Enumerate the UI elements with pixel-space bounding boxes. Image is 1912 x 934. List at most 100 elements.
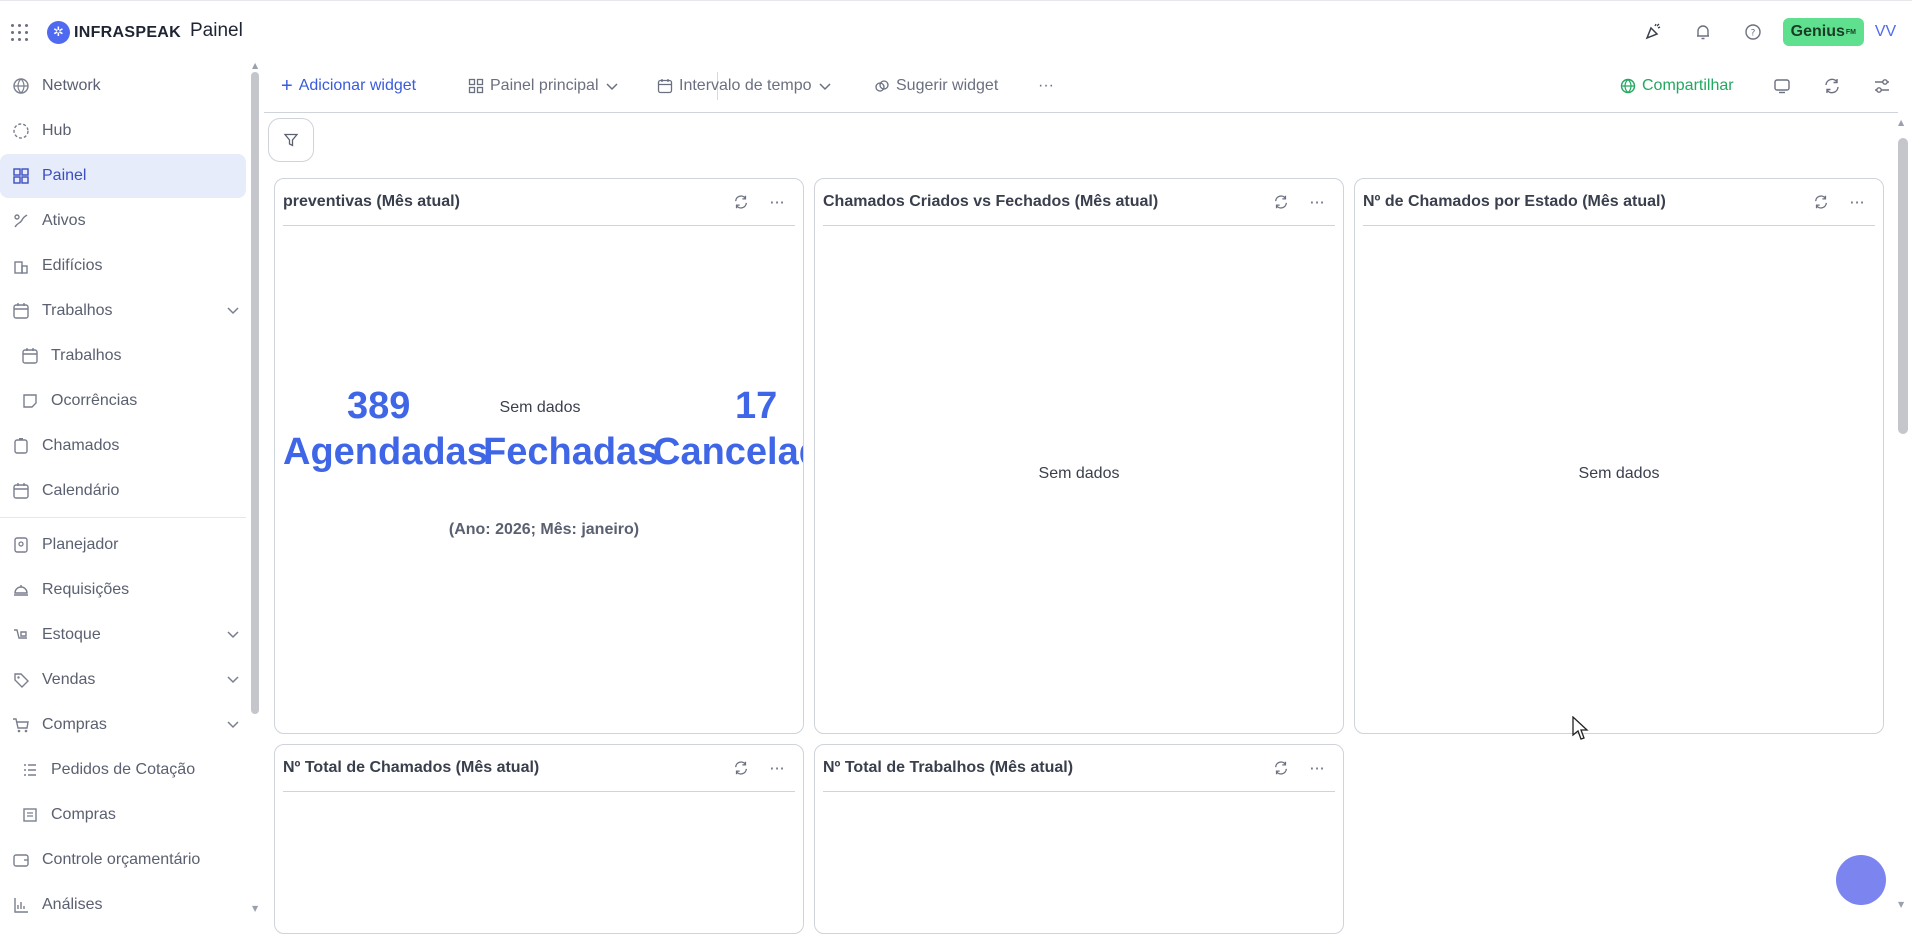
sidebar-item-pedidos-de-cotação[interactable]: Pedidos de Cotação [0, 748, 246, 792]
sidebar-item-calendário[interactable]: Calendário [0, 469, 246, 513]
notifications-bell-icon[interactable] [1678, 15, 1728, 49]
sidebar-item-compras[interactable]: Compras [0, 703, 246, 747]
widget-preventivas: preventivas (Mês atual) ··· 389 Agendada… [274, 178, 804, 734]
sidebar-scroll-down-icon[interactable]: ▼ [252, 904, 258, 913]
tag-icon [11, 670, 31, 690]
brand-name: INFRASPEAK [74, 23, 182, 41]
more-options-icon[interactable]: ··· [759, 753, 795, 783]
sidebar-item-análises[interactable]: Análises [0, 883, 246, 927]
globe-icon [1620, 78, 1636, 94]
add-widget-button[interactable]: + Adicionar widget [281, 66, 416, 106]
widget-header: Nº Total de Trabalhos (Mês atual) ··· [823, 745, 1335, 792]
sidebar-item-label: Trabalhos [42, 302, 113, 319]
sidebar-item-chamados[interactable]: Chamados [0, 424, 246, 468]
kpi-scheduled-value: 389 [347, 385, 411, 427]
widget-title: Chamados Criados vs Fechados (Mês atual) [823, 193, 1159, 210]
refresh-icon [1825, 78, 1839, 94]
sidebar-item-ativos[interactable]: Ativos [0, 199, 246, 243]
sidebar-item-label: Compras [51, 806, 116, 823]
main-scroll-down-icon[interactable]: ▼ [1898, 900, 1904, 909]
sidebar-item-label: Planejador [42, 536, 119, 553]
sidebar-item-trabalhos[interactable]: Trabalhos [0, 289, 246, 333]
suggest-widget-label: Sugerir widget [896, 77, 999, 94]
sidebar-item-painel[interactable]: Painel [0, 154, 246, 198]
refresh-dashboard-button[interactable] [1823, 66, 1841, 106]
top-right-actions: ? Genius FM VV [1628, 15, 1912, 49]
refresh-icon[interactable] [1263, 753, 1299, 783]
globe-icon [11, 76, 31, 96]
sidebar-item-requisições[interactable]: Requisições [0, 568, 246, 612]
filter-button[interactable] [268, 118, 314, 162]
widget-title: Nº Total de Chamados (Mês atual) [283, 759, 540, 776]
genius-badge[interactable]: Genius FM [1782, 18, 1864, 46]
refresh-icon[interactable] [723, 753, 759, 783]
sidebar-item-label: Requisições [42, 581, 130, 598]
more-options-icon[interactable]: ··· [1299, 187, 1335, 217]
avatar[interactable]: VV [1868, 17, 1903, 47]
sidebar-item-estoque[interactable]: Estoque [0, 613, 246, 657]
link-icon [875, 80, 889, 92]
sidebar-item-vendas[interactable]: Vendas [0, 658, 246, 702]
main-scrollbar[interactable] [1898, 138, 1908, 434]
dashboard-select[interactable]: Painel principal [468, 66, 619, 106]
chart-icon [11, 895, 31, 915]
calendar-icon [20, 346, 40, 366]
cart-icon [11, 715, 31, 735]
more-options-icon[interactable]: ··· [759, 187, 795, 217]
chevron-down-icon[interactable] [226, 303, 240, 322]
widget-created-vs-closed: Chamados Criados vs Fechados (Mês atual)… [814, 178, 1344, 734]
receipt-icon [20, 805, 40, 825]
sidebar-item-hub[interactable]: Hub [0, 109, 246, 153]
sidebar-item-planejador[interactable]: Planejador [0, 523, 246, 567]
sidebar-item-label: Chamados [42, 437, 120, 454]
chevron-down-icon[interactable] [226, 672, 240, 691]
dashboard-icon [11, 166, 31, 186]
sidebar-scroll-up-icon[interactable]: ▲ [252, 61, 258, 70]
refresh-icon[interactable] [723, 187, 759, 217]
dashboard-settings-button[interactable] [1873, 66, 1891, 106]
dashboard-select-label: Painel principal [490, 77, 599, 94]
refresh-icon[interactable] [1803, 187, 1839, 217]
time-range-select[interactable]: Intervalo de tempo [657, 66, 832, 106]
whats-new-icon[interactable] [1628, 15, 1678, 49]
planner-icon [11, 535, 31, 555]
main-scroll-up-icon[interactable]: ▲ [1898, 118, 1904, 127]
more-options-icon[interactable]: ··· [1299, 753, 1335, 783]
sidebar-item-network[interactable]: Network [0, 64, 246, 108]
grid-icon [468, 78, 484, 94]
widget-calls-by-state: Nº de Chamados por Estado (Mês atual) ··… [1354, 178, 1884, 734]
bell-service-icon [11, 580, 31, 600]
tv-mode-button[interactable] [1773, 66, 1791, 106]
sidebar-item-ocorrências[interactable]: Ocorrências [0, 379, 246, 423]
sidebar-item-label: Vendas [42, 671, 96, 688]
share-label: Compartilhar [1642, 77, 1734, 94]
kpi-closed-value: Sem dados [499, 399, 581, 416]
top-bar: ✲ INFRASPEAK Painel ? Genius FM VV [0, 0, 1912, 59]
chevron-down-icon[interactable] [226, 627, 240, 646]
sidebar-scrollbar[interactable] [251, 72, 259, 714]
chevron-down-icon[interactable] [226, 717, 240, 736]
sidebar: Network Hub Painel Ativos Edifícios Trabalhos… [0, 60, 252, 915]
sidebar-item-compras[interactable]: Compras [0, 793, 246, 837]
genius-sup: FM [1845, 28, 1856, 36]
more-options-button[interactable]: ··· [1038, 66, 1054, 106]
sidebar-item-label: Controle orçamentário [42, 851, 201, 868]
more-options-icon[interactable]: ··· [1839, 187, 1875, 217]
chat-launcher-button[interactable] [1836, 855, 1886, 905]
refresh-icon[interactable] [1263, 187, 1299, 217]
sidebar-item-label: Network [42, 77, 101, 94]
sliders-icon [1875, 79, 1889, 93]
sidebar-item-edifícios[interactable]: Edifícios [0, 244, 246, 288]
monitor-icon [1774, 79, 1790, 94]
wallet-icon [11, 850, 31, 870]
suggest-widget-button[interactable]: Sugerir widget [874, 66, 998, 106]
sidebar-item-trabalhos[interactable]: Trabalhos [0, 334, 246, 378]
sidebar-item-label: Ativos [42, 212, 86, 229]
sidebar-item-label: Pedidos de Cotação [51, 761, 196, 778]
stock-icon [11, 625, 31, 645]
share-button[interactable]: Compartilhar [1620, 66, 1734, 106]
sidebar-item-controle-orçamentário[interactable]: Controle orçamentário [0, 838, 246, 882]
help-icon[interactable]: ? [1728, 15, 1778, 49]
apps-grid-icon[interactable] [11, 24, 29, 42]
brand-logo[interactable]: ✲ INFRASPEAK [47, 21, 181, 44]
